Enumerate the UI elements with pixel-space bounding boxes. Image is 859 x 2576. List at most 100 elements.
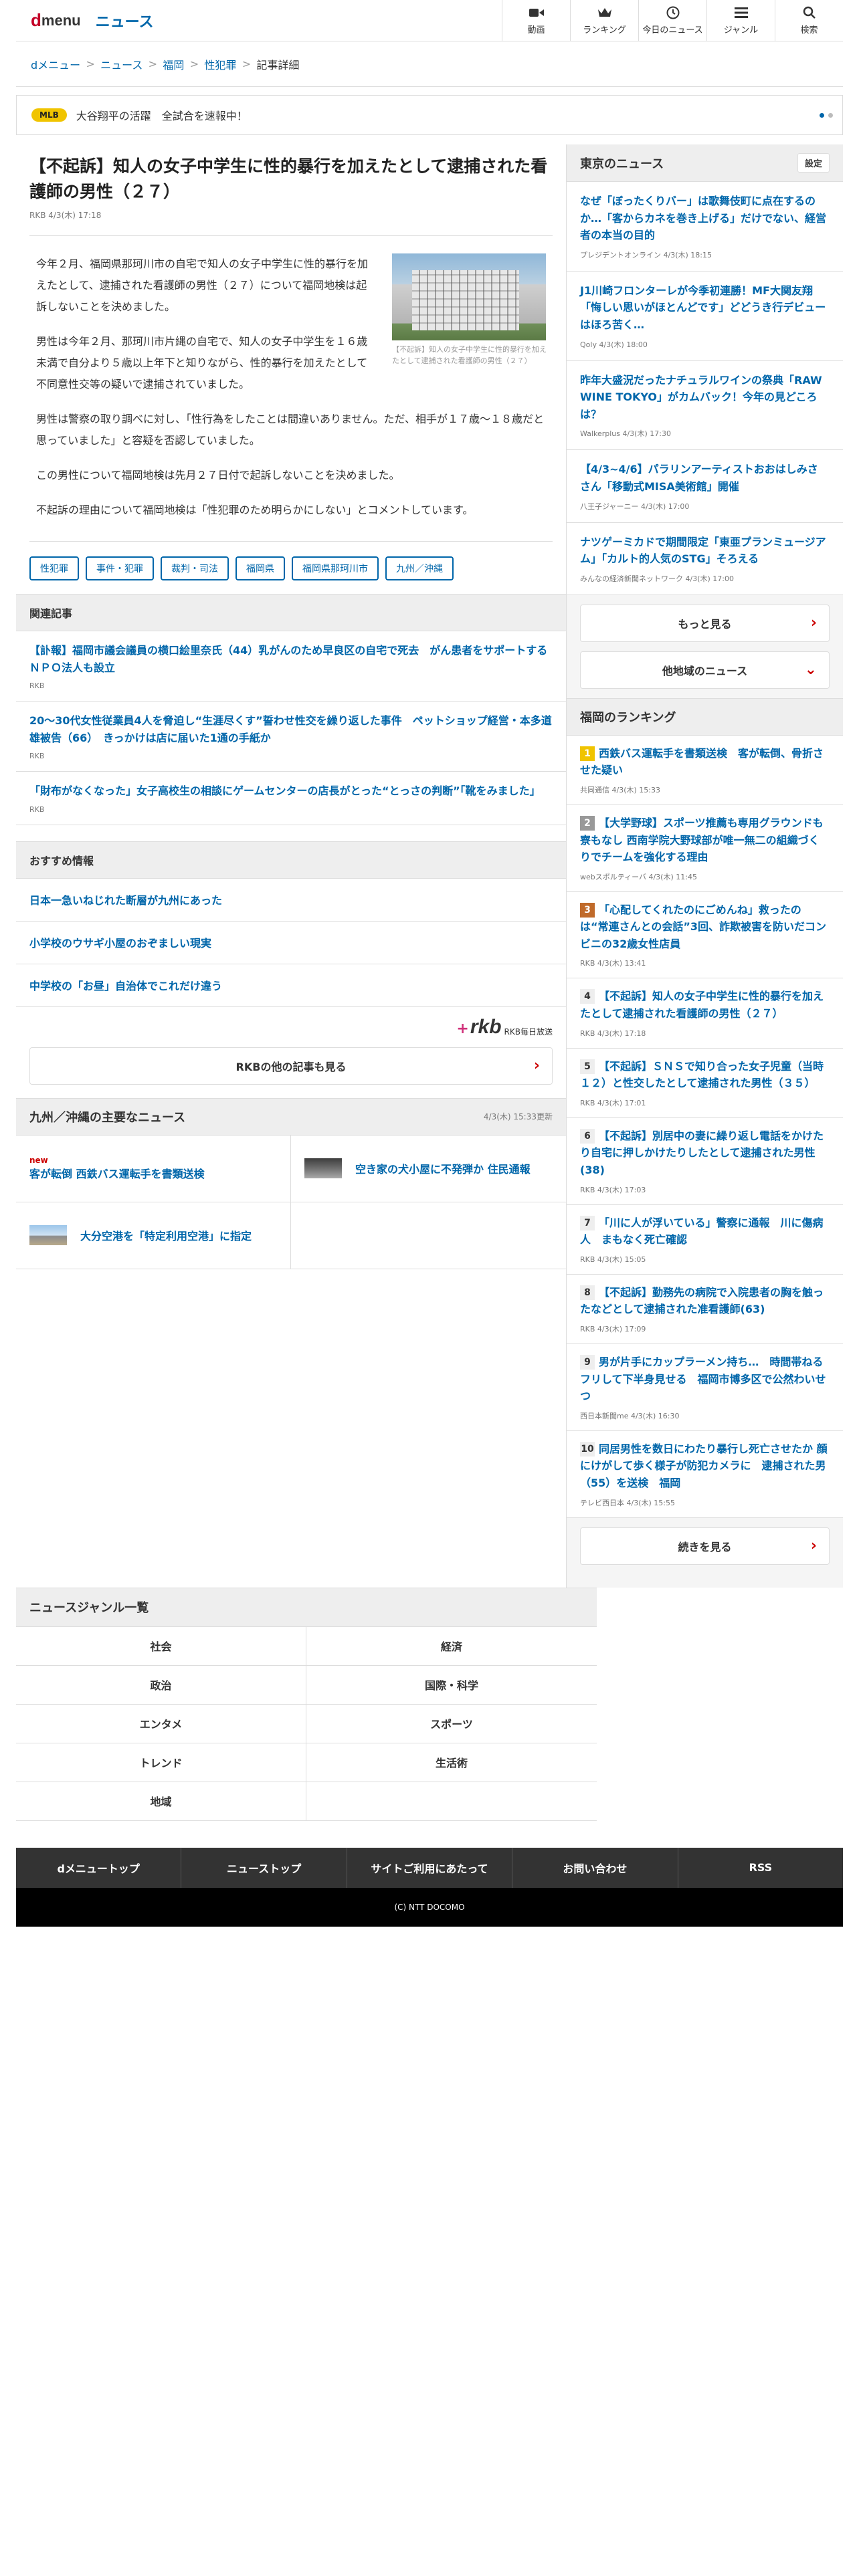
- tokyo-news-source: みんなの経済新聞ネットワーク 4/3(木) 17:00: [580, 574, 734, 583]
- chevron-right-icon: >: [189, 58, 199, 70]
- chevron-right-icon: ›: [533, 1057, 540, 1075]
- nav-ranking-label: ランキング: [583, 25, 626, 35]
- tokyo-news-item[interactable]: 【4/3~4/6】パラリンアーティストおおはしみさ さん「移動式MISA美術館」…: [567, 450, 843, 523]
- rank-title: 【不起訴】勤務先の病院で入院患者の胸を触ったなどとして逮捕された准看護師(63): [580, 1285, 824, 1316]
- rank-source: RKB 4/3(木) 17:09: [580, 1325, 646, 1333]
- rank-source: 西日本新聞me 4/3(木) 16:30: [580, 1411, 680, 1420]
- rank-title: 【不起訴】ＳＮＳで知り合った女子児童（当時１２）と性交したとして逮捕された男性（…: [580, 1059, 824, 1090]
- footer-link[interactable]: サイトご利用にあたって: [347, 1847, 513, 1888]
- kyushu-news-empty: [291, 1202, 566, 1269]
- breadcrumb-news[interactable]: ニュース: [100, 56, 142, 72]
- nav-today-label: 今日のニュース: [642, 25, 703, 35]
- ranking-item[interactable]: 9 男が片手にカップラーメン持ち… 時間帯ねるフリして下半身見せる 福岡市博多区で…: [567, 1344, 843, 1431]
- related-heading: 関連記事: [16, 594, 566, 631]
- chevron-right-icon: >: [148, 58, 158, 70]
- other-region-label: 他地域のニュース: [662, 664, 748, 677]
- tokyo-news-item[interactable]: J1川崎フロンターレが今季初連勝！MF大関友翔「悔しい思いがほとんどです」どどう…: [567, 271, 843, 361]
- rank-source: RKB 4/3(木) 13:41: [580, 959, 646, 968]
- breadcrumb-current: 記事詳細: [256, 58, 300, 72]
- ticker-banner[interactable]: MLB 大谷翔平の活躍 全試合を速報中！: [16, 95, 843, 135]
- nav-search[interactable]: 検索: [775, 0, 843, 41]
- article-source: RKB 4/3(木) 17:18: [29, 209, 553, 236]
- dmenu-logo[interactable]: d menu ニュース: [31, 10, 153, 31]
- ranking-item[interactable]: 7 「川に人が浮いている」警察に通報 川に傷病人 まもなく死亡確認 RKB 4/3…: [567, 1204, 843, 1275]
- rank-title: 【不起訴】知人の女子中学生に性的暴行を加えたとして逮捕された看護師の男性（２７）: [580, 990, 824, 1021]
- tokyo-news-source: プレジデントオンライン 4/3(木) 18:15: [580, 250, 712, 259]
- new-badge: new: [29, 1156, 48, 1166]
- rkb-logo[interactable]: + rkb RKB毎日放送: [456, 1016, 553, 1037]
- genre-link[interactable]: トレンド: [16, 1743, 306, 1782]
- rank-number: 3: [580, 902, 595, 918]
- ranking-more-button[interactable]: 続きを見る ›: [580, 1527, 830, 1565]
- chevron-down-icon: ⌄: [804, 661, 817, 679]
- nav-video-label: 動画: [527, 25, 545, 35]
- genre-link[interactable]: 地域: [16, 1782, 306, 1821]
- breadcrumb-sexcrime[interactable]: 性犯罪: [204, 56, 236, 72]
- ticker-text: 大谷翔平の活躍 全試合を速報中！: [76, 110, 248, 122]
- ranking-item[interactable]: 2 【大学野球】スポーツ推薦も専用グラウンドも寮もなし 西南学院大野球部が唯一無二…: [567, 804, 843, 892]
- carousel-dot[interactable]: [828, 113, 833, 118]
- ranking-item[interactable]: 10 同居男性を数日にわたり暴行し死亡させたか 顔にけがして歩く様子が防犯カメラに…: [567, 1430, 843, 1518]
- ranking-item[interactable]: 1 西鉄バス運転手を書類送検 客が転倒、骨折させた疑い 共同通信 4/3(木) 1…: [567, 735, 843, 805]
- genre-link[interactable]: 政治: [16, 1665, 306, 1705]
- nav-ranking[interactable]: ランキング: [570, 0, 638, 41]
- tokyo-news-item[interactable]: ナツゲーミカドで期間限定「東亜プランミュージアム」「カルト的人気のSTG」そろえ…: [567, 522, 843, 595]
- genre-link[interactable]: 経済: [306, 1627, 597, 1666]
- tag-link[interactable]: 福岡県: [235, 556, 285, 580]
- article-title: 【不起訴】知人の女子中学生に性的暴行を加えたとして逮捕された看護師の男性（２７）: [29, 156, 548, 201]
- tokyo-more-button[interactable]: もっと見る ›: [580, 604, 830, 642]
- tag-link[interactable]: 性犯罪: [29, 556, 79, 580]
- tokyo-news-title: J1川崎フロンターレが今季初連勝！MF大関友翔「悔しい思いがほとんどです」どどう…: [580, 284, 826, 331]
- kyushu-news-item[interactable]: new 客が転倒 西鉄バス運転手を書類送検: [16, 1135, 291, 1202]
- genre-link[interactable]: エンタメ: [16, 1704, 306, 1743]
- recommend-item[interactable]: 日本一急いねじれた断層が九州にあった: [16, 879, 566, 922]
- kyushu-heading-bar: 九州／沖縄の主要なニュース 4/3(木) 15:33更新: [16, 1097, 566, 1136]
- breadcrumb-fukuoka[interactable]: 福岡: [163, 56, 184, 72]
- rkb-more-button[interactable]: RKBの他の記事も見る ›: [29, 1047, 553, 1085]
- recommend-item[interactable]: 小学校のウサギ小屋のおぞましい現実: [16, 922, 566, 964]
- breadcrumb-dmenu[interactable]: dメニュー: [31, 56, 80, 72]
- kyushu-news-item[interactable]: 大分空港を「特定利用空港」に指定: [16, 1202, 291, 1269]
- ranking-item[interactable]: 5 【不起訴】ＳＮＳで知り合った女子児童（当時１２）と性交したとして逮捕された男性…: [567, 1048, 843, 1118]
- other-region-button[interactable]: 他地域のニュース ⌄: [580, 651, 830, 689]
- ranking-item[interactable]: 3 「心配してくれたのにごめんね」救ったのは“常連さんとの会話”3回、詐欺被害を防…: [567, 891, 843, 979]
- footer-link[interactable]: RSS: [678, 1848, 843, 1888]
- nav-today[interactable]: 今日のニュース: [638, 0, 706, 41]
- tag-link[interactable]: 裁判・司法: [161, 556, 229, 580]
- related-item[interactable]: 20～30代女性従業員4人を脅迫し“生涯尽くす”誓わせ性交を繰り返した事件 ペッ…: [16, 702, 566, 772]
- ranking-item[interactable]: 4 【不起訴】知人の女子中学生に性的暴行を加えたとして逮捕された看護師の男性（２７…: [567, 978, 843, 1049]
- article-body: 【不起訴】知人の女子中学生に性的暴行を加えたとして逮捕された看護師の男性（２７）…: [29, 236, 553, 521]
- news-section-link[interactable]: ニュース: [96, 10, 154, 31]
- ranking-item[interactable]: 6 【不起訴】別居中の妻に繰り返し電話をかけたり自宅に押しかけたりしたとして逮捕さ…: [567, 1117, 843, 1205]
- tokyo-news-item[interactable]: 昨年大盛況だったナチュラルワインの祭典「RAW WINE TOKYO」がカムバッ…: [567, 360, 843, 451]
- nav-video[interactable]: 動画: [502, 0, 570, 41]
- genre-link[interactable]: スポーツ: [306, 1705, 597, 1743]
- rank-source: 共同通信 4/3(木) 15:33: [580, 785, 660, 794]
- genre-link[interactable]: 国際・科学: [306, 1666, 597, 1705]
- main-column: 【不起訴】知人の女子中学生に性的暴行を加えたとして逮捕された看護師の男性（２７）…: [16, 144, 566, 1588]
- settings-button[interactable]: 設定: [797, 153, 830, 173]
- rank-number: 6: [580, 1128, 595, 1144]
- article-photo[interactable]: 【不起訴】知人の女子中学生に性的暴行を加えたとして逮捕された看護師の男性（２７）: [392, 253, 553, 366]
- rank-title: 西鉄バス運転手を書類送検 客が転倒、骨折させた疑い: [580, 746, 824, 777]
- tag-link[interactable]: 九州／沖縄: [385, 556, 454, 580]
- tokyo-news-item[interactable]: なぜ「ぼったくりバー」は歌舞伎町に点在するのか…「客からカネを巻き上げる」だけで…: [567, 182, 843, 272]
- kyushu-news-item[interactable]: 空き家の犬小屋に不発弾か 住民通報: [291, 1136, 566, 1202]
- tag-link[interactable]: 福岡県那珂川市: [292, 556, 379, 580]
- related-item[interactable]: 「財布がなくなった」女子高校生の相談にゲームセンターの店長がとった“とっさの判断…: [16, 772, 566, 825]
- footer-link[interactable]: dメニュートップ: [16, 1847, 182, 1888]
- breadcrumb: dメニュー > ニュース > 福岡 > 性犯罪 > 記事詳細: [16, 41, 843, 87]
- genre-link[interactable]: 生活術: [306, 1743, 597, 1782]
- related-item[interactable]: 【訃報】福岡市議会議員の横口絵里奈氏（44）乳がんのため早良区の自宅で死去 がん…: [16, 631, 566, 702]
- footer-link[interactable]: お問い合わせ: [512, 1847, 678, 1888]
- tag-link[interactable]: 事件・犯罪: [86, 556, 154, 580]
- carousel-dot[interactable]: [820, 113, 824, 118]
- genre-link[interactable]: 社会: [16, 1626, 306, 1666]
- nav-genre[interactable]: ジャンル: [706, 0, 775, 41]
- ranking-item[interactable]: 8 【不起訴】勤務先の病院で入院患者の胸を触ったなどとして逮捕された准看護師(63…: [567, 1274, 843, 1344]
- nav-search-label: 検索: [800, 25, 818, 35]
- ticker-tag: MLB: [31, 108, 67, 122]
- footer-link[interactable]: ニューストップ: [181, 1847, 347, 1888]
- chevron-right-icon: ›: [810, 1537, 817, 1555]
- recommend-item[interactable]: 中学校の「お昼」自治体でこれだけ違う: [16, 964, 566, 1007]
